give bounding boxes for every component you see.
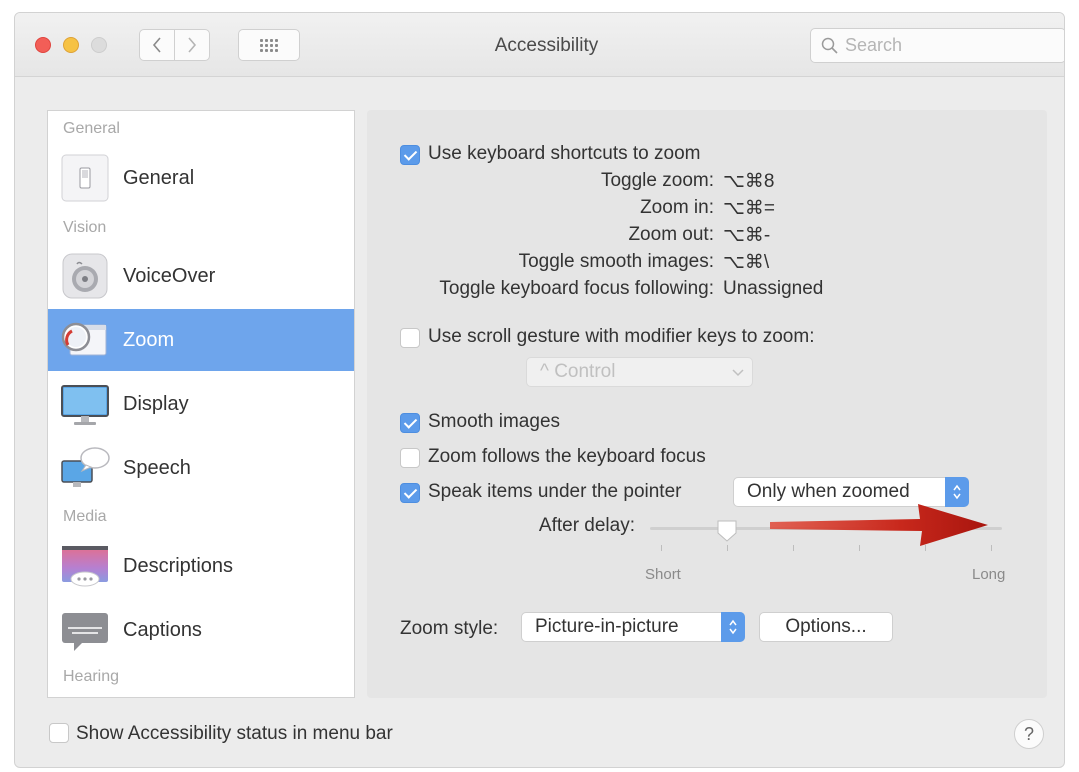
descriptions-icon	[62, 546, 108, 587]
zoom-in-shortcut: ⌥⌘=	[723, 198, 775, 219]
follow-focus-label: Zoom follows the keyboard focus	[428, 446, 706, 467]
zoom-magnifier-icon	[61, 322, 107, 356]
smooth-images-label: Smooth images	[428, 411, 561, 432]
search-icon	[821, 37, 838, 54]
slider-tick	[727, 545, 728, 551]
sidebar-item-descriptions[interactable]: Descriptions	[48, 535, 354, 597]
sidebar-item-label: Speech	[123, 456, 191, 479]
sidebar-item-label: General	[123, 166, 195, 189]
sidebar-item-speech[interactable]: Speech	[48, 437, 354, 499]
keyboard-shortcuts-checkbox[interactable]	[400, 145, 420, 165]
speak-items-checkbox[interactable]	[400, 483, 420, 503]
sidebar-heading-hearing: Hearing	[63, 668, 120, 685]
sidebar-heading-media: Media	[63, 508, 107, 525]
sidebar-item-label: VoiceOver	[123, 264, 216, 287]
follow-focus-checkbox[interactable]	[400, 448, 420, 468]
sidebar-item-label: Captions	[123, 618, 202, 641]
search-placeholder: Search	[845, 35, 903, 55]
monitor-icon	[61, 385, 109, 425]
status-menu-checkbox[interactable]	[49, 723, 69, 743]
speak-items-label: Speak items under the pointer	[428, 481, 682, 502]
voiceover-icon	[62, 253, 108, 299]
zoom-style-value: Picture-in-picture	[535, 616, 679, 637]
sidebar-item-captions[interactable]: Captions	[48, 599, 354, 661]
zoom-out-label: Zoom out:	[628, 224, 714, 245]
category-sidebar: General General Vision VoiceOver Zoom Di…	[47, 110, 355, 698]
sidebar-item-label: Zoom	[123, 328, 175, 351]
smooth-images-checkbox[interactable]	[400, 413, 420, 433]
delay-slider-thumb[interactable]	[716, 519, 738, 543]
toggle-smooth-images-label: Toggle smooth images:	[518, 251, 714, 272]
sidebar-item-label: Display	[123, 392, 189, 415]
slider-tick	[661, 545, 662, 551]
keyboard-shortcuts-label: Use keyboard shortcuts to zoom	[428, 143, 701, 164]
title-bar: Accessibility Search	[15, 13, 1064, 77]
sidebar-item-general[interactable]: General	[48, 147, 354, 209]
preferences-window: Accessibility Search General General Vis…	[14, 12, 1065, 768]
zoom-in-label: Zoom in:	[640, 197, 714, 218]
sidebar-item-label: Descriptions	[123, 554, 234, 577]
status-menu-label: Show Accessibility status in menu bar	[76, 723, 393, 744]
delay-max-label: Long	[972, 566, 1006, 583]
sidebar-item-zoom[interactable]: Zoom	[48, 309, 354, 371]
zoom-out-shortcut: ⌥⌘-	[723, 225, 771, 246]
red-arrow-annotation	[770, 504, 988, 546]
modifier-key-popup[interactable]: ^ Control	[526, 357, 753, 387]
delay-label: After delay:	[538, 515, 635, 536]
captions-icon	[62, 613, 108, 651]
toggle-zoom-label: Toggle zoom:	[600, 170, 714, 191]
slider-tick	[991, 545, 992, 551]
sidebar-heading-vision: Vision	[63, 219, 107, 236]
zoom-style-popup[interactable]: Picture-in-picture	[521, 612, 745, 642]
delay-min-label: Short	[645, 566, 681, 583]
toggle-smooth-images-shortcut: ⌥⌘\	[723, 252, 770, 273]
options-button[interactable]: Options...	[759, 612, 893, 642]
scroll-gesture-label: Use scroll gesture with modifier keys to…	[428, 326, 815, 347]
toggle-focus-following-label: Toggle keyboard focus following:	[439, 278, 714, 299]
chevron-down-icon	[732, 369, 744, 377]
help-button[interactable]: ?	[1014, 719, 1044, 749]
modifier-key-value: ^ Control	[540, 361, 616, 382]
search-field[interactable]: Search	[810, 28, 1064, 63]
speech-bubble-icon	[61, 447, 110, 487]
sidebar-item-display[interactable]: Display	[48, 373, 354, 435]
toggle-focus-following-shortcut: Unassigned	[723, 278, 824, 299]
zoom-style-label: Zoom style:	[400, 618, 499, 639]
toggle-zoom-shortcut: ⌥⌘8	[723, 171, 775, 192]
switch-icon	[61, 154, 109, 202]
sidebar-item-voiceover[interactable]: VoiceOver	[48, 245, 354, 307]
popup-stepper-icon	[721, 612, 745, 642]
sidebar-heading-general: General	[63, 120, 120, 137]
scroll-gesture-checkbox[interactable]	[400, 328, 420, 348]
